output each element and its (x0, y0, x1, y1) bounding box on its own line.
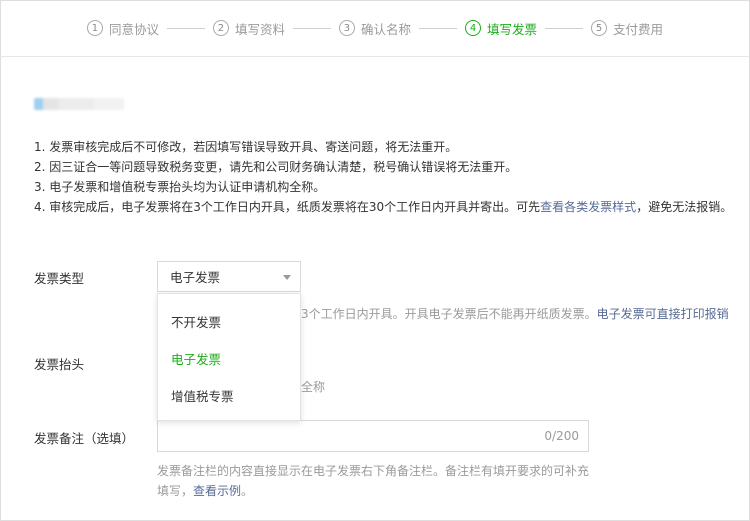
step-label: 填写资料 (234, 21, 285, 37)
step-number: 5 (591, 20, 608, 36)
invoice-remark-input[interactable]: 0/200 (157, 420, 589, 452)
step-separator (166, 27, 205, 29)
step-number: 3 (338, 20, 355, 36)
notice-item: 1. 发票审核完成后不可修改，若因填写错误导致开具、寄送问题，将无法重开。 (34, 140, 458, 154)
step-confirm-name: 3 确认名称 (338, 19, 411, 38)
step-separator (292, 27, 331, 29)
progress-steps: 1 同意协议 2 填写资料 3 确认名称 4 填写发票 5 支付费用 (0, 0, 750, 57)
e-invoice-print-link[interactable]: 电子发票可直接打印报销 (597, 307, 729, 321)
step-pay: 5 支付费用 (591, 19, 663, 38)
invoice-type-select[interactable]: 电子发票 (157, 261, 301, 292)
invoice-type-hint: 3个工作日内开具。开具电子发票后不能再开纸质发票。电子发票可直接打印报销 (301, 305, 729, 322)
blurred-account-name (34, 98, 124, 110)
step-number: 4 (465, 20, 481, 36)
invoice-title-label: 发票抬头 (34, 357, 85, 372)
invoice-type-dropdown: 不开发票 电子发票 增值税专票 (157, 293, 301, 421)
step-label: 支付费用 (613, 21, 664, 37)
step-separator (545, 27, 584, 29)
step-agree: 1 同意协议 (86, 19, 159, 38)
invoice-type-value: 电子发票 (170, 270, 221, 285)
step-label: 确认名称 (360, 21, 411, 37)
notice-list: 1. 发票审核完成后不可修改，若因填写错误导致开具、寄送问题，将无法重开。 2.… (34, 137, 732, 217)
step-fill-invoice: 4 填写发票 (465, 19, 537, 38)
step-label: 同意协议 (108, 21, 159, 37)
notice-text: ，避免无法报销。 (636, 200, 733, 214)
notice-text: 4. 审核完成后，电子发票将在3个工作日内开具，纸质发票将在30个工作日内开具并… (34, 200, 541, 214)
chevron-down-icon (283, 275, 291, 280)
step-number: 1 (86, 20, 103, 36)
view-example-link[interactable]: 查看示例 (193, 484, 241, 498)
invoice-title-hint: 全称 (301, 380, 326, 394)
notice-item: 3. 电子发票和增值税专票抬头均为认证申请机构全称。 (34, 180, 326, 194)
view-invoice-styles-link[interactable]: 查看各类发票样式 (540, 200, 636, 214)
option-vat-invoice[interactable]: 增值税专票 (158, 377, 300, 414)
hint-text: 3个工作日内开具。开具电子发票后不能再开纸质发票。 (301, 307, 597, 321)
invoice-remark-note: 发票备注栏的内容直接显示在电子发票右下角备注栏。备注栏有填开要求的可补充填写，查… (157, 461, 597, 501)
char-counter: 0/200 (544, 429, 579, 443)
notice-item: 4. 审核完成后，电子发票将在3个工作日内开具，纸质发票将在30个工作日内开具并… (34, 197, 732, 217)
step-label: 填写发票 (487, 21, 538, 37)
option-e-invoice[interactable]: 电子发票 (158, 340, 300, 377)
step-number: 2 (212, 20, 229, 36)
notice-item: 2. 因三证合一等问题导致税务变更，请先和公司财务确认清楚，税号确认错误将无法重… (34, 160, 518, 174)
step-separator (419, 27, 457, 29)
invoice-remark-label: 发票备注（选填） (34, 431, 135, 446)
step-fill-info: 2 填写资料 (212, 19, 285, 38)
note-text: 。 (241, 484, 254, 498)
invoice-type-label: 发票类型 (34, 271, 85, 286)
option-no-invoice[interactable]: 不开发票 (158, 303, 300, 340)
